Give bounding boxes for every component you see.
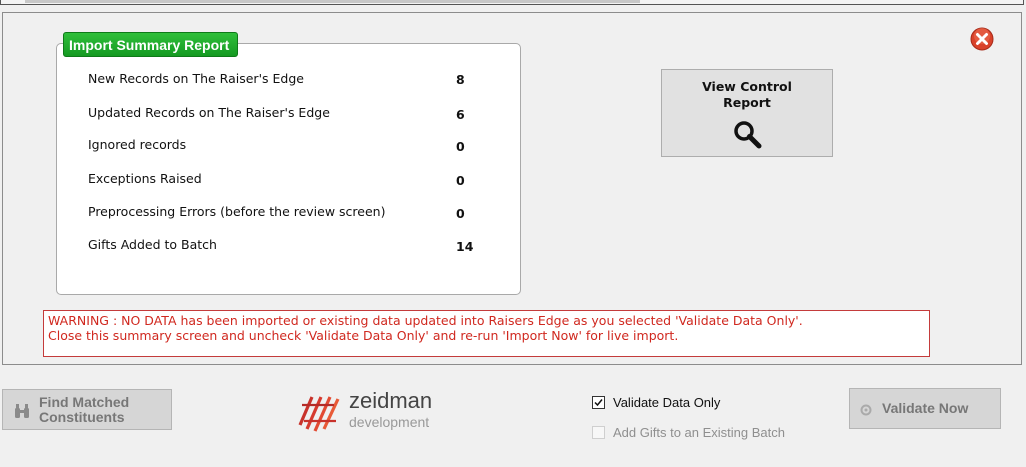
summary-row-value: 8 (456, 72, 465, 87)
view-control-label: View Control Report (702, 79, 792, 110)
summary-row-label: Exceptions Raised (88, 171, 202, 186)
gear-icon (860, 404, 872, 416)
summary-row-label: Preprocessing Errors (before the review … (88, 204, 386, 219)
find-matched-constituents-button[interactable]: Find Matched Constituents (2, 389, 172, 430)
find-matched-label: Find Matched Constituents (39, 394, 130, 425)
top-panel-edge (0, 0, 1024, 5)
summary-row-value: 0 (456, 139, 465, 154)
add-gifts-existing-batch-option[interactable]: Add Gifts to an Existing Batch (592, 425, 812, 443)
summary-row-label: Updated Records on The Raiser's Edge (88, 105, 330, 120)
binoculars-icon (15, 404, 29, 418)
logo-subtitle: development (349, 414, 430, 430)
horizontal-scrollbar[interactable] (25, 0, 640, 3)
view-control-report-button[interactable]: View Control Report (661, 69, 833, 157)
validate-now-label: Validate Now (882, 400, 969, 416)
validate-data-only-option[interactable]: Validate Data Only (592, 395, 772, 413)
summary-title: Import Summary Report (63, 32, 239, 57)
logo-name: zeidman (349, 388, 433, 413)
validate-now-button[interactable]: Validate Now (849, 388, 1001, 429)
zeidman-logo: zeidman development (296, 388, 456, 435)
summary-row-label: New Records on The Raiser's Edge (88, 71, 304, 86)
zeidman-logo-mark-icon (298, 396, 340, 432)
add-gifts-existing-batch-checkbox[interactable] (592, 426, 605, 439)
validate-data-only-checkbox[interactable] (592, 396, 605, 409)
add-gifts-existing-batch-label: Add Gifts to an Existing Batch (613, 425, 785, 440)
warning-line: Close this summary screen and uncheck 'V… (48, 328, 679, 343)
validate-data-only-label: Validate Data Only (613, 395, 721, 410)
summary-row-value: 0 (456, 173, 465, 188)
summary-row-value: 6 (456, 107, 465, 122)
magnifier-icon (734, 121, 762, 149)
checkmark-icon (594, 399, 603, 407)
summary-row-label: Gifts Added to Batch (88, 237, 217, 252)
summary-row-value: 0 (456, 206, 465, 221)
summary-row-value: 14 (456, 239, 474, 254)
validate-only-warning: WARNING : NO DATA has been imported or e… (43, 310, 930, 357)
summary-row-label: Ignored records (88, 137, 187, 152)
warning-line: WARNING : NO DATA has been imported or e… (48, 313, 803, 328)
close-icon[interactable] (970, 27, 994, 51)
